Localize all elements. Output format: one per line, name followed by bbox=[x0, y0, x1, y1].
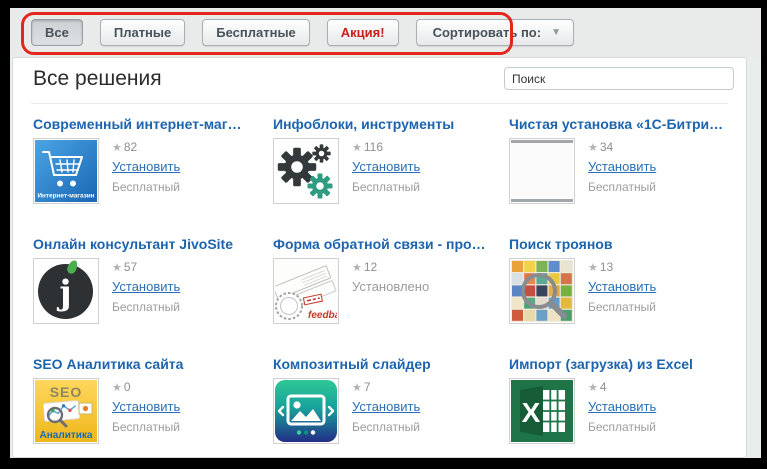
rating: ★12 bbox=[352, 260, 429, 274]
star-icon: ★ bbox=[352, 262, 362, 274]
rating: ★34 bbox=[588, 140, 656, 154]
seo-analytics-icon: SEO Аналитика bbox=[33, 378, 99, 444]
price-label: Бесплатный bbox=[352, 180, 420, 194]
price-label: Бесплатный bbox=[352, 420, 420, 434]
price-label: Бесплатный bbox=[588, 300, 656, 314]
star-icon: ★ bbox=[588, 382, 598, 394]
solution-card: Чистая установка «1С-Битри… ★34 Установи… bbox=[509, 116, 738, 236]
solution-title[interactable]: Поиск троянов bbox=[509, 236, 738, 252]
rating-count: 12 bbox=[364, 260, 377, 274]
star-icon: ★ bbox=[112, 382, 122, 394]
rating: ★7 bbox=[352, 380, 420, 394]
gears-icon bbox=[273, 138, 339, 204]
solution-card: Современный интернет-маг… Интернет-магаз… bbox=[33, 116, 271, 236]
rating: ★13 bbox=[588, 260, 656, 274]
rating: ★116 bbox=[352, 140, 420, 154]
filter-button-paid[interactable]: Платные bbox=[100, 19, 185, 46]
star-icon: ★ bbox=[112, 142, 122, 154]
shopping-cart-icon: Интернет-магазин bbox=[33, 138, 99, 204]
solution-card: SEO Аналитика сайта SEO bbox=[33, 356, 271, 457]
star-icon: ★ bbox=[588, 142, 598, 154]
icon-caption: Интернет-магазин bbox=[37, 193, 94, 200]
solution-title[interactable]: Онлайн консультант JivoSite bbox=[33, 236, 271, 252]
install-link[interactable]: Установить bbox=[588, 159, 656, 174]
rating: ★57 bbox=[112, 260, 180, 274]
solution-title[interactable]: Импорт (загрузка) из Excel bbox=[509, 356, 738, 372]
solution-card: Онлайн консультант JivoSite j ★57 Устано… bbox=[33, 236, 271, 356]
rating-count: 116 bbox=[364, 140, 383, 154]
solution-title[interactable]: Форма обратной связи - про… bbox=[273, 236, 511, 252]
jivosite-icon: j bbox=[33, 258, 99, 324]
install-link[interactable]: Установить bbox=[352, 159, 420, 174]
search-input[interactable] bbox=[504, 67, 734, 90]
solution-title[interactable]: Современный интернет-маг… bbox=[33, 116, 271, 132]
installed-status: Установлено bbox=[352, 279, 429, 294]
install-link[interactable]: Установить bbox=[112, 279, 180, 294]
solution-card: Поиск троянов bbox=[509, 236, 738, 356]
rating-count: 34 bbox=[600, 140, 613, 154]
solution-title[interactable]: Композитный слайдер bbox=[273, 356, 511, 372]
install-link[interactable]: Установить bbox=[112, 399, 180, 414]
rating-count: 57 bbox=[124, 260, 137, 274]
solutions-grid: Современный интернет-маг… Интернет-магаз… bbox=[33, 116, 738, 457]
install-link[interactable]: Установить bbox=[352, 399, 420, 414]
star-icon: ★ bbox=[588, 262, 598, 274]
install-link[interactable]: Установить bbox=[588, 279, 656, 294]
solution-card: Форма обратной связи - про… bbox=[273, 236, 511, 356]
sort-dropdown[interactable]: Сортировать по: ▼ bbox=[416, 19, 574, 46]
price-label: Бесплатный bbox=[112, 300, 180, 314]
solution-title[interactable]: SEO Аналитика сайта bbox=[33, 356, 271, 372]
star-icon: ★ bbox=[352, 142, 362, 154]
solution-card: Импорт (загрузка) из Excel X ★4 Ус bbox=[509, 356, 738, 457]
install-link[interactable]: Установить bbox=[112, 159, 180, 174]
excel-x-letter: X bbox=[522, 397, 541, 428]
filter-button-free[interactable]: Бесплатные bbox=[202, 19, 310, 46]
price-label: Бесплатный bbox=[112, 180, 180, 194]
icon-subcaption: Аналитика bbox=[40, 430, 93, 441]
page-title: Все решения bbox=[33, 67, 162, 91]
icon-caption: feedback bbox=[308, 310, 337, 321]
price-label: Бесплатный bbox=[588, 180, 656, 194]
rating-count: 7 bbox=[364, 380, 371, 394]
install-link[interactable]: Установить bbox=[588, 399, 656, 414]
filter-button-promo[interactable]: Акция! bbox=[327, 19, 399, 46]
rating-count: 4 bbox=[600, 380, 607, 394]
rating-count: 82 bbox=[124, 140, 137, 154]
star-icon: ★ bbox=[352, 382, 362, 394]
app-window: Все Платные Бесплатные Акция! Сортироват… bbox=[10, 8, 761, 458]
solution-title[interactable]: Инфоблоки, инструменты bbox=[273, 116, 511, 132]
rating-count: 0 bbox=[124, 380, 131, 394]
rating: ★4 bbox=[588, 380, 656, 394]
filter-button-all[interactable]: Все bbox=[31, 19, 83, 46]
solution-card: Композитный слайдер bbox=[273, 356, 511, 457]
header-divider bbox=[31, 103, 728, 104]
chevron-down-icon: ▼ bbox=[551, 28, 561, 38]
screenshot-frame: Все Платные Бесплатные Акция! Сортироват… bbox=[0, 0, 767, 469]
rating-count: 13 bbox=[600, 260, 613, 274]
rating: ★82 bbox=[112, 140, 180, 154]
jivo-letter: j bbox=[38, 264, 93, 319]
rating: ★0 bbox=[112, 380, 180, 394]
mosaic-magnifier-icon bbox=[509, 258, 575, 324]
image-slider-icon bbox=[273, 378, 339, 444]
filter-toolbar: Все Платные Бесплатные Акция! Сортироват… bbox=[10, 8, 761, 58]
blank-page-icon bbox=[509, 138, 575, 204]
price-label: Бесплатный bbox=[588, 420, 656, 434]
solution-card: Инфоблоки, инструменты ★116 Установить bbox=[273, 116, 511, 236]
feedback-form-icon: feedback bbox=[273, 258, 339, 324]
solutions-panel: Все решения Современный интернет-маг… bbox=[12, 57, 747, 458]
icon-caption: SEO bbox=[50, 384, 83, 400]
price-label: Бесплатный bbox=[112, 420, 180, 434]
star-icon: ★ bbox=[112, 262, 122, 274]
excel-icon: X bbox=[509, 378, 575, 444]
sort-label: Сортировать по: bbox=[433, 25, 541, 40]
solution-title[interactable]: Чистая установка «1С-Битри… bbox=[509, 116, 738, 132]
